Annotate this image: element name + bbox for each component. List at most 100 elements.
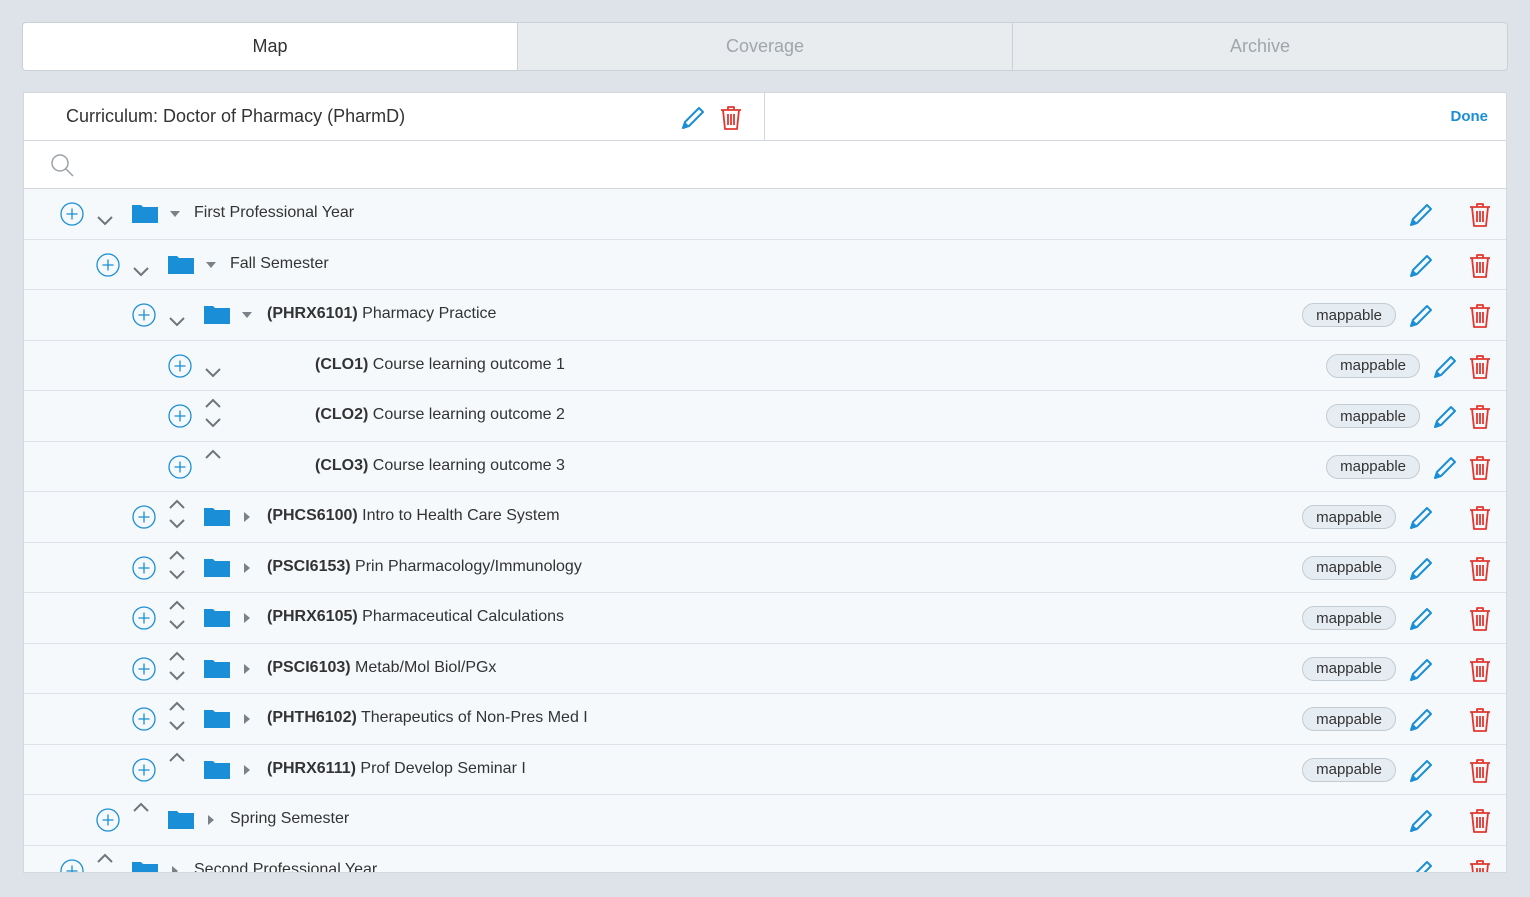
expand-toggle[interactable] <box>241 562 253 574</box>
move-down-button[interactable] <box>168 518 186 530</box>
edit-item-button[interactable] <box>1408 657 1434 683</box>
tree-row[interactable]: (PSCI6153) Prin Pharmacology/Immunology m… <box>24 542 1506 593</box>
tree-row[interactable]: (PHRX6111) Prof Develop Seminar I mappabl… <box>24 744 1506 795</box>
move-up-button[interactable] <box>168 599 186 611</box>
add-child-button[interactable] <box>132 707 156 731</box>
edit-item-button[interactable] <box>1408 303 1434 329</box>
tree-row[interactable]: (CLO2) Course learning outcome 2 mappable <box>24 391 1506 442</box>
move-up-button[interactable] <box>168 549 186 561</box>
add-child-button[interactable] <box>132 555 156 580</box>
delete-item-button[interactable] <box>1469 556 1491 582</box>
delete-item-button[interactable] <box>1469 606 1491 632</box>
tree-row[interactable]: (PHRX6101) Pharmacy Practice mappable <box>24 290 1506 341</box>
delete-item-button[interactable] <box>1469 303 1491 329</box>
move-down-button[interactable] <box>132 266 150 278</box>
move-up-button[interactable] <box>168 498 186 510</box>
tree-row[interactable]: (PSCI6103) Metab/Mol Biol/PGx mappable <box>24 643 1506 694</box>
expand-toggle[interactable] <box>241 309 253 321</box>
move-down-button[interactable] <box>168 569 186 581</box>
trash-icon <box>1470 253 1490 278</box>
expand-toggle[interactable] <box>169 865 181 872</box>
add-child-button[interactable] <box>132 303 156 327</box>
tab-coverage[interactable]: Coverage <box>517 23 1012 70</box>
move-down-button[interactable] <box>168 619 186 631</box>
edit-item-button[interactable] <box>1408 808 1434 834</box>
move-down-button[interactable] <box>204 417 222 429</box>
tab-archive[interactable]: Archive <box>1012 23 1507 70</box>
delete-item-button[interactable] <box>1469 202 1491 228</box>
move-up-button[interactable] <box>168 751 186 763</box>
add-child-button[interactable] <box>168 353 192 378</box>
pencil-icon <box>1410 557 1432 580</box>
edit-item-button[interactable] <box>1408 859 1434 872</box>
delete-item-button[interactable] <box>1469 707 1491 733</box>
tree-row[interactable]: First Professional Year <box>24 189 1506 240</box>
move-up-button[interactable] <box>168 650 186 662</box>
delete-item-button[interactable] <box>1469 455 1491 481</box>
trash-icon <box>1470 758 1490 783</box>
move-up-button[interactable] <box>204 397 222 409</box>
expand-toggle[interactable] <box>241 612 253 624</box>
edit-item-button[interactable] <box>1408 505 1434 531</box>
edit-item-button[interactable] <box>1432 404 1458 430</box>
add-child-button[interactable] <box>132 606 156 630</box>
edit-item-button[interactable] <box>1408 202 1434 228</box>
add-child-button[interactable] <box>60 858 84 872</box>
expand-toggle[interactable] <box>241 663 253 675</box>
edit-item-button[interactable] <box>1432 354 1458 380</box>
add-child-button[interactable] <box>96 252 120 277</box>
search-input[interactable] <box>84 141 1506 188</box>
add-child-button[interactable] <box>132 505 156 529</box>
edit-item-button[interactable] <box>1408 253 1434 279</box>
mappable-badge: mappable <box>1326 404 1420 428</box>
tree-row[interactable]: (PHRX6105) Pharmaceutical Calculations ma… <box>24 593 1506 644</box>
edit-item-button[interactable] <box>1408 606 1434 632</box>
delete-item-button[interactable] <box>1469 354 1491 380</box>
move-down-button[interactable] <box>96 215 114 227</box>
edit-item-button[interactable] <box>1408 758 1434 784</box>
delete-item-button[interactable] <box>1469 657 1491 683</box>
add-child-button[interactable] <box>132 656 156 681</box>
move-up-button[interactable] <box>204 448 222 460</box>
done-button[interactable]: Done <box>1451 108 1489 125</box>
item-name: Course learning outcome 1 <box>372 355 565 373</box>
tree-row[interactable]: Second Professional Year <box>24 845 1506 873</box>
delete-item-button[interactable] <box>1469 808 1491 834</box>
delete-item-button[interactable] <box>1469 859 1491 872</box>
expand-toggle[interactable] <box>241 764 253 776</box>
move-up-button[interactable] <box>132 801 150 813</box>
tab-map[interactable]: Map <box>23 23 517 70</box>
move-down-button[interactable] <box>168 720 186 732</box>
add-child-button[interactable] <box>132 757 156 782</box>
tree-row[interactable]: Fall Semester <box>24 239 1506 290</box>
tree-row[interactable]: (PHTH6102) Therapeutics of Non-Pres Med … <box>24 694 1506 745</box>
tree-row[interactable]: (CLO3) Course learning outcome 3 mappable <box>24 441 1506 492</box>
expand-toggle[interactable] <box>241 713 253 725</box>
expand-toggle[interactable] <box>205 814 217 826</box>
delete-item-button[interactable] <box>1469 505 1491 531</box>
expand-toggle[interactable] <box>169 208 181 220</box>
add-child-button[interactable] <box>60 202 84 226</box>
move-down-button[interactable] <box>168 316 186 328</box>
edit-item-button[interactable] <box>1408 707 1434 733</box>
tree-row[interactable]: (CLO1) Course learning outcome 1 mappable <box>24 340 1506 391</box>
add-child-button[interactable] <box>168 404 192 428</box>
tree-row[interactable]: (PHCS6100) Intro to Health Care System ma… <box>24 492 1506 543</box>
add-child-button[interactable] <box>96 808 120 832</box>
move-up-button[interactable] <box>168 700 186 712</box>
delete-item-button[interactable] <box>1469 404 1491 430</box>
add-child-button[interactable] <box>168 454 192 479</box>
move-up-button[interactable] <box>96 852 114 864</box>
move-down-button[interactable] <box>204 367 222 379</box>
move-down-button[interactable] <box>168 670 186 682</box>
delete-curriculum-button[interactable] <box>720 105 742 131</box>
tree-row[interactable]: Spring Semester <box>24 795 1506 846</box>
move-down-button[interactable] <box>96 872 114 873</box>
expand-toggle[interactable] <box>205 259 217 271</box>
edit-item-button[interactable] <box>1432 455 1458 481</box>
edit-item-button[interactable] <box>1408 556 1434 582</box>
expand-toggle[interactable] <box>241 511 253 523</box>
delete-item-button[interactable] <box>1469 253 1491 279</box>
edit-curriculum-button[interactable] <box>680 105 706 131</box>
delete-item-button[interactable] <box>1469 758 1491 784</box>
